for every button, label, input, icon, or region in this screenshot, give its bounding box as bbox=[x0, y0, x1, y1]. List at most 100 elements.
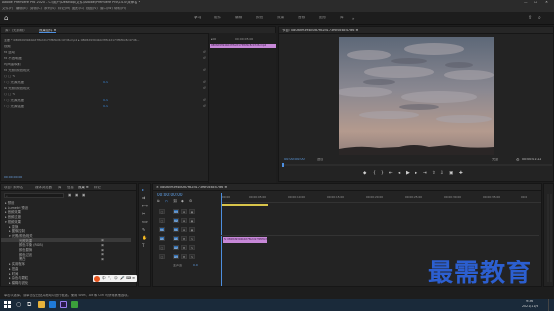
solo-button[interactable]: S bbox=[189, 236, 195, 241]
fx-row-mask-tools-1[interactable]: ○ □ ✎ bbox=[1, 74, 207, 79]
tab-media-browser[interactable]: 媒体浏览器 bbox=[35, 186, 52, 189]
workspace-tab-color[interactable]: 颜色 bbox=[256, 16, 263, 20]
snap-icon[interactable]: ∩ bbox=[165, 199, 168, 203]
tab-effects[interactable]: 效果 ≡ bbox=[78, 186, 89, 189]
linked-selection-icon[interactable]: ⛓ bbox=[173, 199, 178, 203]
mute-button[interactable]: M bbox=[181, 245, 187, 250]
maximize-button[interactable]: ☐ bbox=[534, 1, 537, 5]
button-editor-icon[interactable]: ✚ bbox=[459, 171, 463, 176]
track-target-v1[interactable]: V1 bbox=[159, 227, 165, 232]
sync-lock-icon[interactable]: ⊕ bbox=[181, 227, 187, 232]
accelerated-effects-icon[interactable]: ▣ bbox=[68, 193, 71, 197]
yuv-effects-icon[interactable]: ▣ bbox=[82, 193, 85, 197]
timeline-timecode[interactable]: 00:00:00:00 bbox=[157, 193, 183, 197]
program-playhead[interactable] bbox=[282, 163, 284, 167]
wrench-icon[interactable]: ⚙ bbox=[516, 157, 520, 162]
track-select-tool-icon[interactable]: ⇉ bbox=[142, 196, 145, 200]
menu-window[interactable]: 窗口(W) bbox=[100, 7, 113, 10]
step-back-icon[interactable]: ◂ bbox=[398, 171, 400, 176]
workspace-tab-audio[interactable]: 音频 bbox=[298, 16, 305, 20]
tab-source[interactable]: 源：(无剪辑) bbox=[5, 29, 25, 32]
track-label-a3[interactable]: A3 bbox=[173, 254, 179, 259]
ime-punct-icon[interactable]: °, bbox=[108, 276, 111, 280]
windows-start-icon[interactable] bbox=[4, 301, 11, 308]
time-ruler[interactable]: :00:00 00:00:05:00 00:00:10:00 00:00:15:… bbox=[221, 195, 541, 203]
menu-graphics[interactable]: 图形(G) bbox=[72, 7, 84, 10]
workspace-tab-libraries[interactable]: 库 bbox=[340, 16, 344, 20]
track-label-a1[interactable]: A1 bbox=[173, 236, 179, 241]
close-button[interactable]: ✕ bbox=[545, 1, 548, 5]
task-view-icon[interactable]: ⧉ bbox=[27, 301, 31, 309]
ime-mode-icon[interactable]: 中 bbox=[102, 276, 106, 281]
tab-libraries[interactable]: 库 bbox=[58, 186, 61, 189]
fx-row-lighting-1[interactable]: fx 光照/颜色相关 ↺ bbox=[1, 68, 207, 73]
edge-icon[interactable] bbox=[49, 301, 56, 308]
tab-effect-controls[interactable]: 效果控件 ≡ bbox=[39, 29, 57, 34]
workspace-tab-editing[interactable]: 编辑 bbox=[235, 16, 242, 20]
menu-edit[interactable]: 编辑(E) bbox=[16, 7, 28, 10]
tab-sequence[interactable]: × 0808d9394b0d7fb2d173f6f0c8c47d6 ≡ bbox=[156, 186, 227, 189]
program-timecode[interactable]: 00:00:00:00 bbox=[284, 158, 305, 161]
menu-help[interactable]: 帮助(H) bbox=[114, 7, 126, 10]
step-forward-icon[interactable]: ▸ bbox=[415, 171, 417, 176]
track-target-a3[interactable]: ▢ bbox=[159, 254, 165, 259]
ime-menu-icon[interactable]: ≡ bbox=[132, 276, 135, 280]
minimize-button[interactable]: — bbox=[524, 1, 528, 5]
search-icon[interactable]: ⌕ bbox=[538, 15, 541, 21]
hand-tool-icon[interactable]: ✋ bbox=[142, 236, 147, 240]
track-target-a2[interactable]: ▢ bbox=[159, 245, 165, 250]
export-icon[interactable]: ⇪ bbox=[528, 15, 532, 21]
tab-program[interactable]: 节目: 0808d9394b0d7fb2d173f6f0c8c47d6 ≡ bbox=[282, 29, 358, 32]
tab-markers[interactable]: 标记 bbox=[94, 186, 101, 189]
fit-select[interactable]: 适合 bbox=[317, 158, 323, 161]
fx-row-param-3[interactable]: › ○ 光源强度 0.0 ↺ bbox=[1, 104, 207, 109]
track-target-v2[interactable]: ▢ bbox=[159, 218, 165, 223]
eye-icon[interactable]: ◉ bbox=[189, 227, 195, 232]
effect-controls-time[interactable]: 00:00:00:00 bbox=[4, 176, 22, 179]
track-label-v2[interactable]: V2 bbox=[173, 218, 179, 223]
menu-view[interactable]: 视图(V) bbox=[86, 7, 98, 10]
add-marker-icon[interactable]: ◆ bbox=[181, 199, 184, 203]
menu-clip[interactable]: 剪辑(C) bbox=[30, 7, 42, 10]
premiere-pro-icon[interactable] bbox=[60, 301, 67, 308]
track-target-v3[interactable]: ▢ bbox=[159, 209, 165, 214]
param-value[interactable]: 0.0 bbox=[103, 81, 108, 84]
sync-lock-icon[interactable]: ⊕ bbox=[181, 209, 187, 214]
fx-row-mask-tools-2[interactable]: ○ □ ✎ bbox=[1, 92, 207, 97]
menu-sequence[interactable]: 序列(S) bbox=[44, 7, 56, 10]
track-target-a1[interactable]: A1 bbox=[159, 236, 165, 241]
slip-tool-icon[interactable]: ⟺ bbox=[142, 220, 148, 224]
eye-icon[interactable]: ◉ bbox=[189, 218, 195, 223]
go-to-out-icon[interactable]: ⇥ bbox=[423, 171, 427, 176]
fx-row-lighting-2[interactable]: fx 光照/颜色相关 ↺ bbox=[1, 86, 207, 91]
add-marker-icon[interactable]: ◆ bbox=[363, 171, 366, 176]
ime-emoji-icon[interactable]: ☺ bbox=[114, 276, 118, 280]
selection-tool-icon[interactable]: ▸ bbox=[142, 188, 144, 192]
play-icon[interactable]: ▶ bbox=[406, 171, 410, 176]
mute-button[interactable]: M bbox=[181, 236, 187, 241]
app-icon[interactable] bbox=[71, 301, 78, 308]
tab-info[interactable]: 信息 bbox=[67, 186, 74, 189]
mark-in-icon[interactable]: { bbox=[373, 171, 376, 176]
work-area-bar[interactable] bbox=[221, 204, 268, 206]
lift-icon[interactable]: ⇧ bbox=[432, 171, 436, 176]
program-scrub-bar[interactable] bbox=[282, 163, 552, 167]
tree-item[interactable]: ▸ 模糊与锐化 bbox=[9, 280, 28, 285]
param-value[interactable]: 0.0 bbox=[103, 99, 108, 102]
track-label-v3[interactable]: V3 bbox=[173, 209, 179, 214]
extract-icon[interactable]: ⇩ bbox=[440, 171, 444, 176]
param-value[interactable]: 0.0 bbox=[103, 105, 108, 108]
solo-button[interactable]: S bbox=[189, 245, 195, 250]
menu-file[interactable]: 文件(F) bbox=[2, 7, 13, 10]
workspace-tab-assembly[interactable]: 组件 bbox=[214, 16, 221, 20]
ime-voice-icon[interactable]: 🎤 bbox=[120, 276, 124, 280]
ime-toolbar[interactable]: 中 °, ☺ 🎤 ⌨ ≡ bbox=[93, 275, 137, 282]
search-icon[interactable]: ○ bbox=[16, 301, 21, 308]
camera-icon[interactable]: ▣ bbox=[449, 171, 453, 176]
sync-lock-icon[interactable]: ⊕ bbox=[181, 218, 187, 223]
home-icon[interactable]: ⌂ bbox=[4, 14, 8, 22]
mark-out-icon[interactable]: } bbox=[381, 171, 384, 176]
workspace-tab-learn[interactable]: 学习 bbox=[194, 16, 201, 20]
eye-icon[interactable]: ◉ bbox=[189, 209, 195, 214]
more-workspaces-icon[interactable]: » bbox=[352, 16, 354, 21]
